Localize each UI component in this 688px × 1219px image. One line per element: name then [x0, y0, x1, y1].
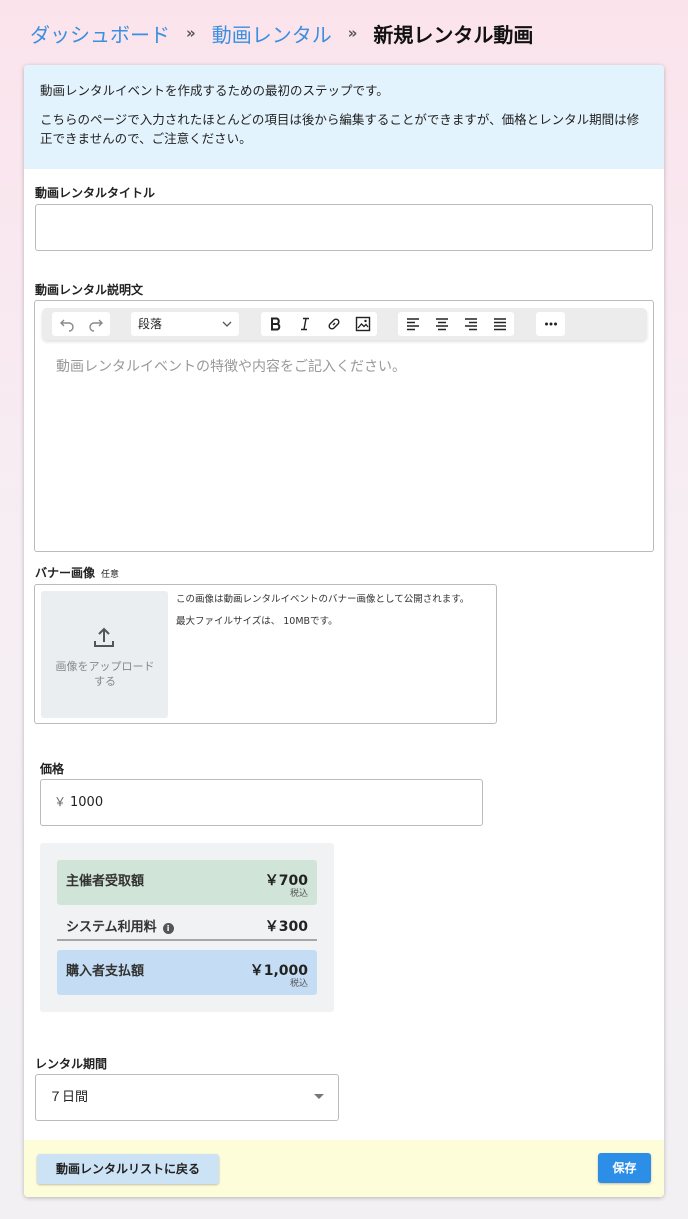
bold-icon[interactable] [261, 312, 290, 336]
redo-icon[interactable] [81, 312, 110, 336]
more-group [536, 312, 565, 336]
buyer-payment-label: 購入者支払額 [66, 964, 145, 979]
price-value: 1000 [70, 795, 104, 810]
period-label: レンタル期間 [35, 1057, 108, 1071]
system-fee-row: システム利用料 i ￥300 [57, 906, 317, 941]
upload-icon [94, 627, 114, 647]
optional-tag: 任意 [101, 570, 120, 580]
align-center-icon[interactable] [427, 312, 456, 336]
back-to-list-button[interactable]: 動画レンタルリストに戻る [37, 1154, 219, 1184]
block-format-value: 段落 [138, 317, 163, 331]
notice-panel: 動画レンタルイベントを作成するための最初のステップです。 こちらのページで入力さ… [24, 65, 664, 169]
undo-icon[interactable] [52, 312, 81, 336]
organizer-receipt-label: 主催者受取額 [66, 874, 145, 889]
currency-symbol: ￥ [54, 795, 67, 809]
title-label: 動画レンタルタイトル [35, 186, 156, 200]
page-title: 新規レンタル動画 [373, 22, 534, 47]
breadcrumb: ダッシュボード » 動画レンタル » 新規レンタル動画 [30, 18, 533, 48]
system-fee-amount: ￥300 [264, 919, 308, 935]
banner-info-text: この画像は動画レンタルイベントのバナー画像として公開されます。 [176, 594, 470, 605]
image-upload-button[interactable]: 画像をアップロードする [41, 591, 168, 718]
banner-upload-field: 画像をアップロードする この画像は動画レンタルイベントのバナー画像として公開され… [34, 584, 497, 724]
breadcrumb-separator: » [347, 24, 358, 42]
price-breakdown: 主催者受取額 ￥700 税込 システム利用料 i ￥300 購入者支払額 ￥1,0… [40, 843, 334, 1012]
banner-max-size-text: 最大ファイルサイズは、 10MBです。 [176, 616, 338, 627]
description-label: 動画レンタル説明文 [35, 283, 144, 297]
system-fee-label: システム利用料 [66, 920, 157, 935]
dropdown-arrow-icon [314, 1094, 324, 1099]
align-group [398, 312, 514, 336]
link-icon[interactable] [319, 312, 348, 336]
tax-included-note: 税込 [289, 889, 308, 899]
price-input[interactable]: ￥ 1000 [40, 779, 483, 826]
upload-text: 画像をアップロードする [55, 660, 155, 688]
breadcrumb-video-rental-link[interactable]: 動画レンタル [212, 19, 332, 48]
description-editor[interactable]: 段落 動画レンタルイベントの特徴や内容をご記入ください。 [34, 300, 654, 552]
form-footer: 動画レンタルリストに戻る 保存 [24, 1140, 664, 1197]
rental-period-select[interactable]: ７日間 [35, 1074, 339, 1121]
price-label: 価格 [40, 762, 65, 776]
breadcrumb-separator: » [186, 24, 196, 42]
title-input[interactable] [35, 204, 653, 251]
notice-text: 動画レンタルイベントを作成するための最初のステップです。 [40, 83, 389, 98]
banner-info: この画像は動画レンタルイベントのバナー画像として公開されます。 最大ファイルサイ… [176, 592, 469, 629]
organizer-receipt-row: 主催者受取額 ￥700 税込 [57, 860, 317, 905]
system-fee-label-wrap: システム利用料 i [66, 916, 174, 935]
more-icon[interactable] [536, 312, 565, 336]
buyer-payment-row: 購入者支払額 ￥1,000 税込 [57, 950, 317, 995]
banner-label: バナー画像 任意 [35, 564, 119, 581]
history-group [52, 312, 110, 336]
banner-label-text: バナー画像 [35, 566, 96, 580]
notice-text: こちらのページで入力されたほとんどの項目は後から編集することができますが、価格と… [40, 112, 640, 146]
editor-toolbar: 段落 [42, 308, 647, 340]
align-left-icon[interactable] [398, 312, 427, 336]
form-card: 動画レンタルイベントを作成するための最初のステップです。 こちらのページで入力さ… [24, 65, 664, 1197]
align-right-icon[interactable] [456, 312, 485, 336]
format-group [261, 312, 377, 336]
italic-icon[interactable] [290, 312, 319, 336]
align-justify-icon[interactable] [485, 312, 514, 336]
chevron-down-icon [222, 312, 232, 345]
tax-included-note: 税込 [289, 979, 308, 989]
block-format-select[interactable]: 段落 [131, 312, 239, 336]
description-placeholder: 動画レンタルイベントの特徴や内容をご記入ください。 [56, 359, 406, 375]
breadcrumb-dashboard-link[interactable]: ダッシュボード [30, 19, 170, 48]
image-icon[interactable] [348, 312, 377, 336]
rental-period-value: ７日間 [49, 1090, 89, 1105]
save-button[interactable]: 保存 [598, 1153, 651, 1183]
info-icon[interactable]: i [162, 923, 174, 934]
